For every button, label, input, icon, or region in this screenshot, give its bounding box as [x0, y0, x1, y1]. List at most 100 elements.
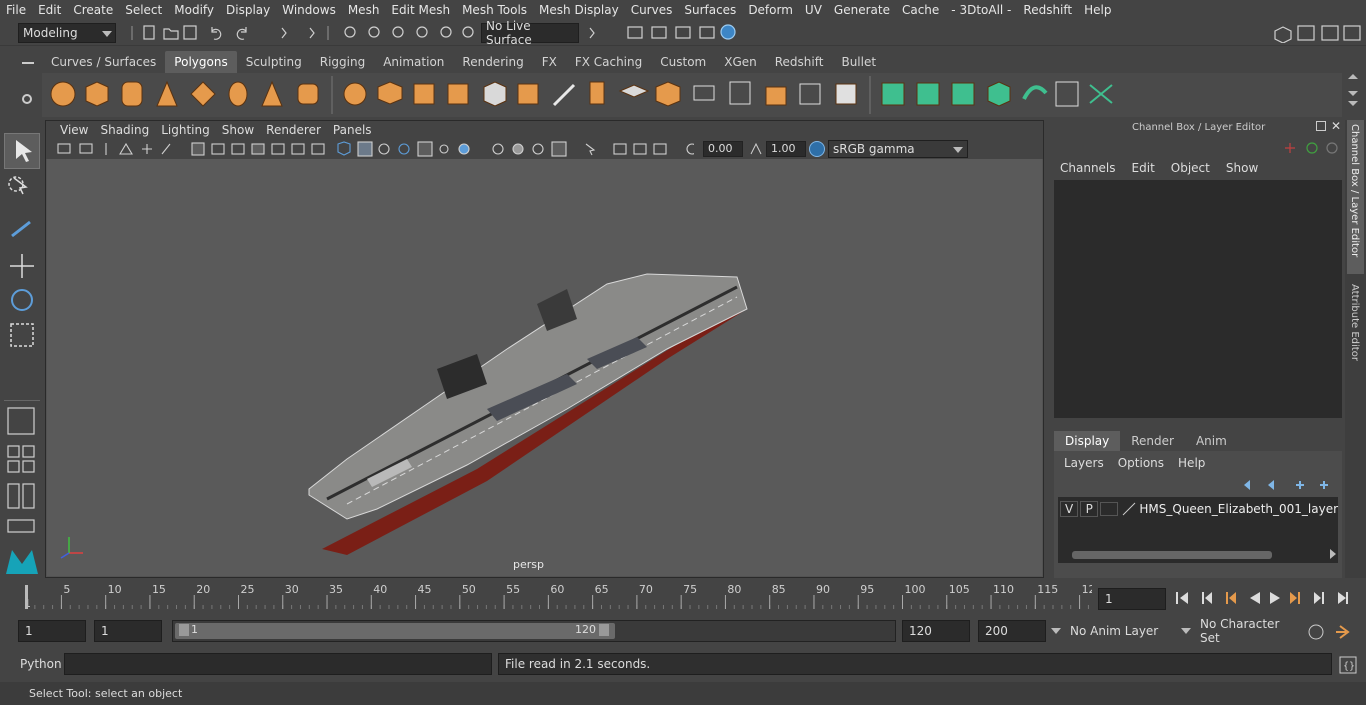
smooth-icon[interactable]	[447, 83, 469, 105]
collapse-icon[interactable]	[799, 83, 821, 105]
motion-blur-icon[interactable]	[512, 143, 524, 155]
vp-menu-lighting[interactable]: Lighting	[155, 123, 216, 137]
screen-space-ao-icon[interactable]	[492, 143, 504, 155]
xray-icon[interactable]	[417, 141, 433, 157]
default-lighting-icon[interactable]	[378, 143, 390, 155]
current-frame-field[interactable]: 1	[1098, 588, 1166, 610]
select-object-icon[interactable]	[368, 26, 380, 38]
use-all-lights-icon[interactable]	[439, 144, 449, 154]
tab-bullet[interactable]: Bullet	[832, 51, 885, 73]
menu-object[interactable]: Object	[1171, 161, 1210, 175]
tab-fx-caching[interactable]: FX Caching	[566, 51, 651, 73]
current-frame-marker[interactable]	[25, 585, 28, 609]
float-panel-icon[interactable]	[1316, 121, 1326, 131]
undo-icon[interactable]	[211, 27, 222, 40]
hypershade-icon[interactable]	[699, 26, 715, 39]
vp-menu-shading[interactable]: Shading	[94, 123, 155, 137]
exposure-field[interactable]: 0.00	[703, 141, 743, 157]
menu-layers[interactable]: Layers	[1064, 456, 1104, 470]
side-tab-attribute-editor[interactable]: Attribute Editor	[1347, 280, 1364, 380]
planar-mapping-icon[interactable]	[916, 82, 940, 106]
ipr-render-icon[interactable]	[651, 26, 667, 39]
poly-pipe-icon[interactable]	[297, 83, 319, 105]
sew-uv-icon[interactable]	[1022, 85, 1048, 100]
safe-title-icon[interactable]	[311, 143, 325, 155]
menu-create[interactable]: Create	[67, 3, 119, 17]
tool-settings-icon[interactable]	[1343, 25, 1361, 41]
tab-animation[interactable]: Animation	[374, 51, 453, 73]
menu-redshift[interactable]: Redshift	[1017, 3, 1078, 17]
field-chart-icon[interactable]	[271, 143, 285, 155]
channel-list[interactable]	[1054, 180, 1342, 418]
scale-tool-icon[interactable]	[10, 323, 34, 347]
outliner-layout-icon[interactable]	[7, 519, 35, 533]
tab-custom[interactable]: Custom	[651, 51, 715, 73]
colorspace-dropdown[interactable]: sRGB gamma	[828, 140, 968, 158]
scroll-right-arrow-icon[interactable]	[1330, 549, 1336, 559]
automatic-mapping-icon[interactable]	[951, 82, 975, 106]
bevel-icon[interactable]	[618, 84, 650, 98]
save-scene-icon[interactable]	[183, 25, 197, 40]
play-forwards-icon[interactable]	[1270, 592, 1280, 604]
shelf-scroll[interactable]	[1346, 73, 1360, 109]
menu-options[interactable]: Options	[1118, 456, 1164, 470]
layer-visibility-toggle[interactable]: V	[1060, 501, 1079, 517]
component-icon[interactable]	[653, 143, 667, 155]
tab-rendering[interactable]: Rendering	[453, 51, 532, 73]
single-view-layout-icon[interactable]	[7, 407, 35, 435]
combine-icon[interactable]	[343, 82, 367, 106]
paint-select-icon[interactable]	[11, 220, 31, 238]
layer-row[interactable]: V P HMS_Queen_Elizabeth_001_layer	[1058, 499, 1338, 519]
layer-list-scrollbar[interactable]	[1072, 551, 1272, 559]
tab-rigging[interactable]: Rigging	[311, 51, 374, 73]
camera-attributes-icon[interactable]	[79, 143, 93, 154]
poly-cylinder-icon[interactable]	[121, 81, 143, 107]
move-tool-icon[interactable]	[10, 254, 34, 278]
menu-mesh-tools[interactable]: Mesh Tools	[456, 3, 533, 17]
append-icon[interactable]	[655, 81, 681, 107]
new-layer-icon[interactable]	[1296, 481, 1304, 489]
menu-display[interactable]: Display	[220, 3, 276, 17]
step-forward-key-icon[interactable]	[1290, 592, 1300, 604]
menu-curves[interactable]: Curves	[625, 3, 679, 17]
menu-channels[interactable]: Channels	[1060, 161, 1116, 175]
layer-color-swatch[interactable]	[1100, 502, 1119, 516]
separate-icon[interactable]	[377, 81, 403, 105]
camera-icon[interactable]	[57, 143, 71, 154]
chevron-down-icon[interactable]	[1051, 628, 1061, 634]
step-back-icon[interactable]	[1202, 592, 1212, 604]
move-layer-up-icon[interactable]	[1244, 480, 1250, 490]
symmetry-icon[interactable]	[1089, 84, 1113, 104]
gate-mask-icon[interactable]	[251, 143, 265, 155]
character-set-dropdown[interactable]: No Character Set	[1196, 617, 1298, 645]
poly-cube-icon[interactable]	[85, 81, 109, 107]
xray-joints-icon[interactable]	[613, 143, 627, 155]
vp-menu-renderer[interactable]: Renderer	[260, 123, 327, 137]
side-tab-channel-box[interactable]: Channel Box / Layer Editor	[1347, 120, 1364, 274]
menu-edit[interactable]: Edit	[1132, 161, 1155, 175]
menu-edit[interactable]: Edit	[32, 3, 67, 17]
smooth-shade-icon[interactable]	[357, 141, 373, 157]
render-globe-icon[interactable]	[720, 24, 736, 40]
hyper-icon[interactable]	[1326, 142, 1338, 154]
move-layer-down-icon[interactable]	[1268, 480, 1274, 490]
menu-windows[interactable]: Windows	[276, 3, 342, 17]
poly-sphere-icon[interactable]	[50, 81, 76, 107]
menu-select[interactable]: Select	[119, 3, 168, 17]
select-hierarchy-icon[interactable]	[344, 26, 356, 38]
merge-icon[interactable]	[693, 85, 715, 101]
outliner-icon[interactable]	[1297, 25, 1315, 41]
cube-icon[interactable]	[1274, 26, 1292, 43]
auto-key-icon[interactable]	[1308, 624, 1324, 640]
shelf-menu-icon[interactable]	[22, 62, 34, 64]
live-surface-field[interactable]: No Live Surface	[481, 19, 579, 47]
go-to-end-icon[interactable]	[1338, 592, 1348, 604]
step-back-key-icon[interactable]	[1226, 592, 1236, 604]
menu-uv[interactable]: UV	[799, 3, 828, 17]
viewport-canvas[interactable]: persp	[47, 159, 1042, 576]
tab-anim[interactable]: Anim	[1185, 431, 1238, 451]
quad-draw-icon[interactable]	[835, 83, 857, 105]
isolate-select-icon[interactable]	[585, 143, 596, 156]
multi-cut-icon[interactable]	[552, 83, 576, 107]
pencil-icon[interactable]	[161, 143, 171, 155]
